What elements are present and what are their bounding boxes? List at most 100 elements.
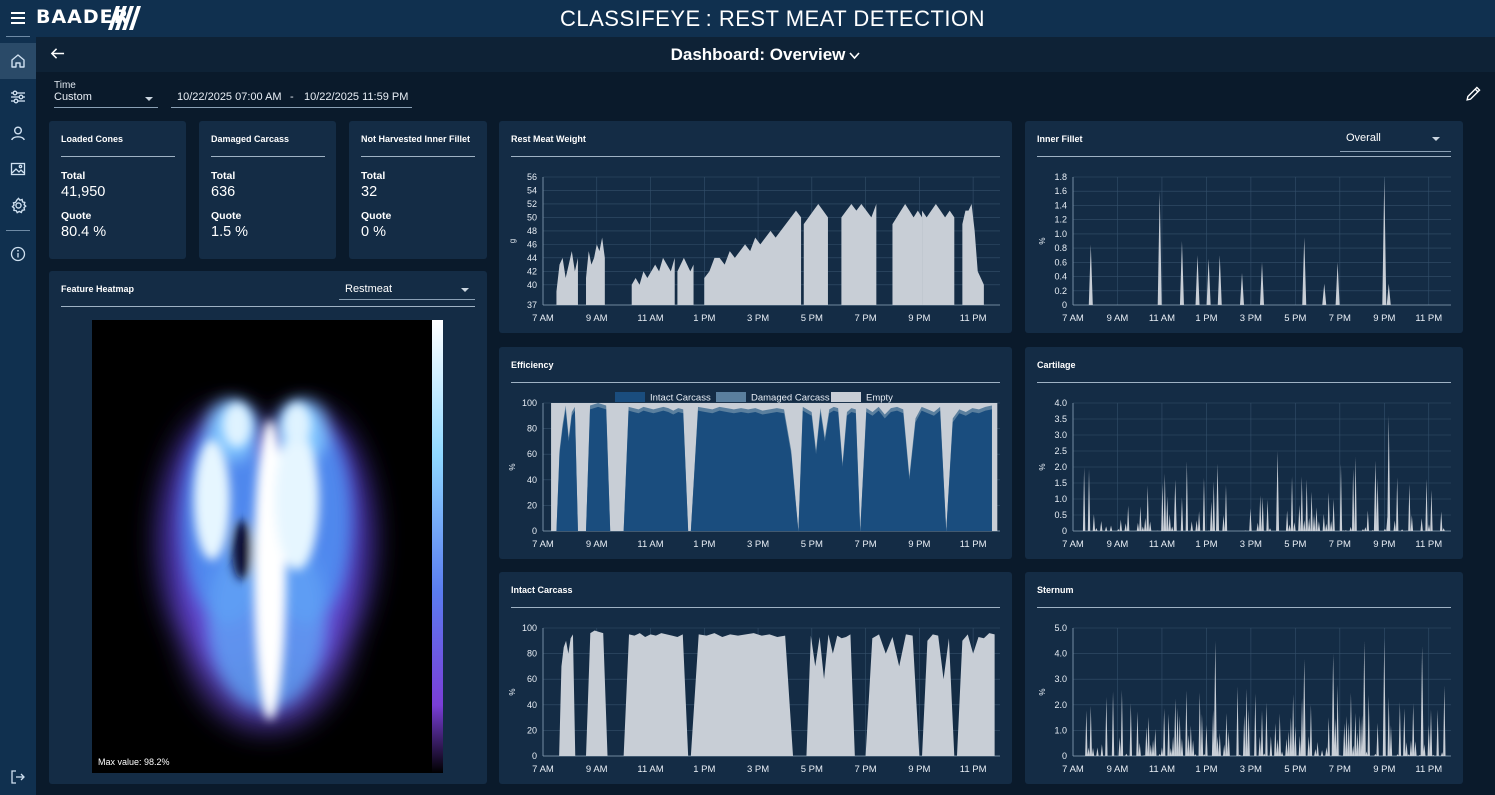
- x-tick-label: 11 PM: [960, 313, 987, 324]
- x-tick-label: 9 PM: [1373, 313, 1395, 324]
- spike: [1168, 513, 1171, 531]
- dropdown-caret-icon: [461, 288, 469, 292]
- spike: [1119, 519, 1123, 531]
- spike: [1245, 688, 1248, 756]
- spike: [1259, 495, 1262, 531]
- pencil-edit-icon[interactable]: [1465, 85, 1482, 102]
- x-tick-label: 9 PM: [1373, 764, 1395, 775]
- heatmap-max-value: Max value: 98.2%: [98, 757, 170, 767]
- spike: [1180, 738, 1184, 756]
- area-segment: [841, 203, 877, 305]
- spike: [1260, 710, 1264, 756]
- spike: [1276, 451, 1280, 531]
- spike: [1225, 713, 1228, 756]
- date-to-input[interactable]: 10/22/2025 11:59 PM: [304, 91, 408, 107]
- sidebar-item-settings[interactable]: [0, 187, 36, 223]
- spike: [1325, 523, 1328, 531]
- spike: [1403, 708, 1406, 756]
- spike: [1125, 753, 1128, 756]
- spike: [1366, 510, 1370, 531]
- x-tick-label: 11 AM: [1149, 313, 1175, 324]
- spike: [1430, 489, 1433, 531]
- spike: [1325, 747, 1328, 756]
- y-tick-label: 52: [527, 199, 537, 209]
- spike: [1120, 690, 1124, 756]
- spike: [1145, 727, 1148, 756]
- sidebar-item-user[interactable]: [0, 115, 36, 151]
- sidebar-divider: [6, 230, 30, 231]
- sidebar-item-filters[interactable]: [0, 79, 36, 115]
- spike: [1087, 747, 1090, 756]
- spike: [1320, 750, 1324, 756]
- spike: [1429, 709, 1433, 756]
- kpi-title: Damaged Carcass: [211, 134, 290, 144]
- spike: [1236, 686, 1239, 756]
- sidebar-item-info[interactable]: [0, 236, 36, 272]
- y-tick-label: 1.6: [1054, 186, 1067, 196]
- spike: [1409, 740, 1413, 756]
- y-tick-label: 1.2: [1054, 215, 1067, 225]
- y-tick-label: 40: [527, 700, 537, 710]
- spike: [1100, 744, 1104, 756]
- x-tick-label: 5 PM: [801, 764, 823, 775]
- spike: [1361, 529, 1365, 531]
- spike: [1376, 478, 1379, 531]
- x-tick-label: 3 PM: [747, 313, 769, 324]
- spike: [1167, 713, 1170, 756]
- spike: [1178, 715, 1181, 756]
- y-tick-label: 37: [527, 300, 537, 310]
- spike: [1185, 461, 1189, 531]
- spike: [1151, 739, 1155, 756]
- dashboard-selector[interactable]: Dashboard: Overview: [36, 45, 1495, 65]
- spike: [1216, 463, 1220, 531]
- y-tick-label: 40: [527, 280, 537, 290]
- spike: [1302, 237, 1307, 305]
- date-separator: -: [290, 91, 294, 103]
- spike: [1396, 754, 1399, 756]
- spike: [1382, 638, 1386, 756]
- cartilage-chart: 0 0.5 1.0 1.5 2.0 2.5 3.0 3.5 4.0 7 AM 9 AM 11 AM 1 …: [1038, 398, 1451, 550]
- y-tick-label: 0.8: [1054, 243, 1067, 253]
- spike: [1111, 691, 1115, 756]
- spike: [1298, 735, 1301, 756]
- intact-carcass-area: [860, 410, 947, 531]
- x-tick-label: 11 AM: [637, 313, 663, 324]
- intact-carcass-area: [586, 406, 611, 531]
- y-tick-label: 1.8: [1054, 172, 1067, 182]
- sidebar-item-logout[interactable]: [0, 759, 36, 795]
- spike: [1243, 714, 1246, 756]
- area-segment: [586, 630, 608, 756]
- area-segment: [559, 634, 576, 756]
- spike: [1256, 522, 1259, 531]
- date-from-input[interactable]: 10/22/2025 07:00 AM: [177, 91, 282, 107]
- x-tick-label: 11 AM: [637, 764, 663, 775]
- sidebar-divider: [6, 36, 30, 37]
- y-tick-label: 20: [527, 500, 537, 510]
- spike: [1386, 283, 1391, 305]
- y-axis-label: %: [508, 463, 517, 470]
- spike: [1185, 690, 1188, 756]
- y-tick-label: 1.0: [1054, 725, 1067, 735]
- spike: [1269, 736, 1273, 756]
- spike: [1298, 504, 1301, 531]
- y-tick-label: 80: [527, 649, 537, 659]
- sidebar-item-images[interactable]: [0, 151, 36, 187]
- x-tick-label: 7 AM: [532, 539, 554, 550]
- spike: [1349, 692, 1353, 756]
- spike: [1136, 522, 1140, 531]
- spike: [1176, 707, 1179, 756]
- y-tick-label: 1.0: [1054, 229, 1067, 239]
- spike: [1118, 737, 1121, 756]
- gear-icon: [10, 196, 27, 214]
- x-tick-label: 11 AM: [1149, 764, 1175, 775]
- time-range-select[interactable]: Custom: [54, 91, 158, 108]
- area-segment: [690, 633, 794, 756]
- heatmap-feature-value: Restmeat: [345, 283, 393, 295]
- sidebar-item-home[interactable]: [0, 43, 36, 79]
- spike: [1218, 732, 1221, 756]
- spike: [1222, 515, 1225, 531]
- spike: [1161, 482, 1164, 531]
- y-tick-label: 1.5: [1054, 478, 1067, 488]
- heatmap-feature-select[interactable]: Restmeat: [345, 283, 475, 297]
- spike: [1174, 698, 1177, 756]
